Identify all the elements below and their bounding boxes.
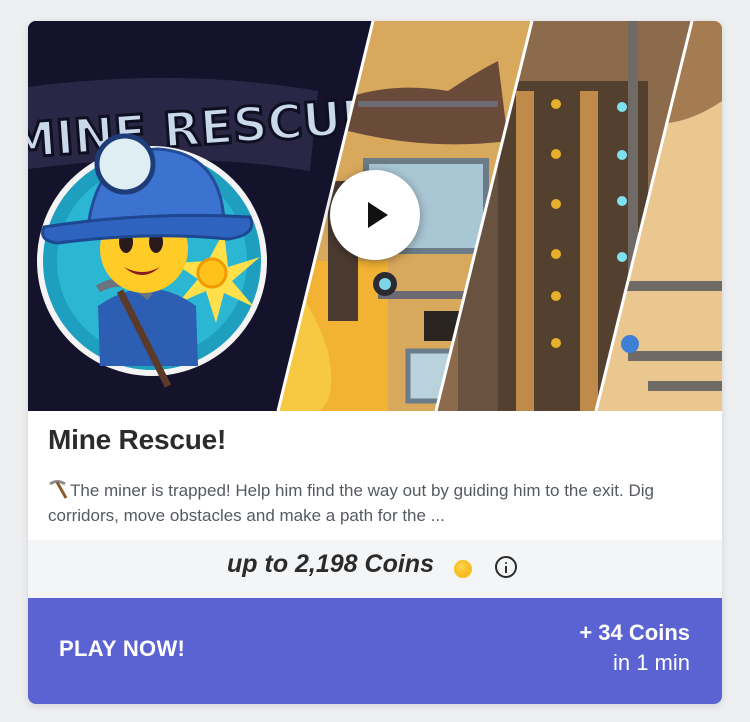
play-icon xyxy=(368,202,388,228)
info-icon[interactable] xyxy=(495,556,517,578)
game-thumbnail[interactable]: MINE RESCUE! xyxy=(28,21,722,411)
play-video-button[interactable] xyxy=(330,170,420,260)
game-description-text: The miner is trapped! Help him find the … xyxy=(48,481,654,525)
coin-icon xyxy=(454,560,472,578)
cta-time: in 1 min xyxy=(612,650,690,675)
cta-coins: + 34 Coins xyxy=(579,620,690,645)
play-now-label: PLAY NOW! xyxy=(59,636,186,661)
play-now-button[interactable]: PLAY NOW! + 34 Coins in 1 min xyxy=(28,598,722,704)
reward-text: up to 2,198 Coins xyxy=(227,550,434,578)
pickaxe-icon xyxy=(49,480,68,499)
game-card[interactable]: MINE RESCUE! Mine Rescue! The miner is t… xyxy=(28,21,722,704)
game-title: Mine Rescue! xyxy=(48,424,227,455)
game-description: The miner is trapped! Help him find the … xyxy=(48,478,688,528)
